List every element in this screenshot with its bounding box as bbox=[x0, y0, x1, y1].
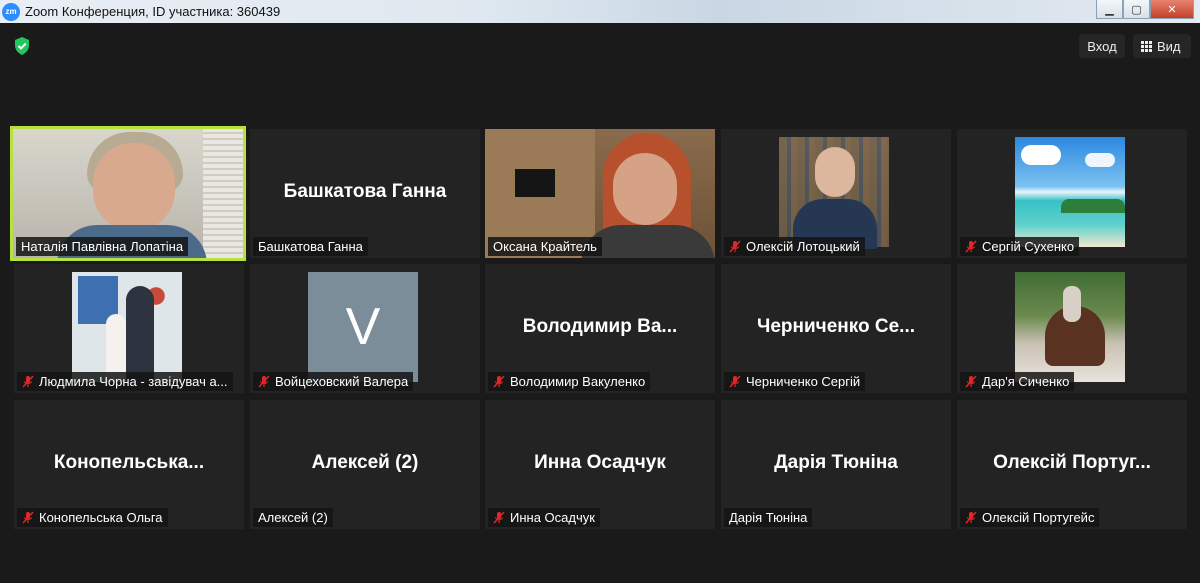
participant-name-label: Володимир Вакуленко bbox=[488, 372, 651, 391]
participant-tile[interactable]: Олексій Лотоцький bbox=[721, 129, 951, 258]
participant-video bbox=[1015, 137, 1125, 247]
participant-tile[interactable]: Алексей (2) Алексей (2) bbox=[250, 400, 480, 529]
participant-avatar: V bbox=[308, 272, 418, 382]
participant-name-label: Оксана Крайтель bbox=[488, 237, 602, 256]
participant-name-label: Олексій Лотоцький bbox=[724, 237, 865, 256]
participant-display-name: Черниченко Се... bbox=[756, 316, 916, 337]
participant-name: Черниченко Сергій bbox=[746, 374, 861, 389]
microphone-muted-icon bbox=[965, 240, 977, 253]
participant-tile[interactable]: Володимир Ва... Володимир Вакуленко bbox=[485, 264, 715, 393]
participant-display-name: Дарія Тюніна bbox=[774, 452, 898, 473]
window-title: Zoom Конференция, ID участника: 360439 bbox=[25, 4, 281, 19]
participant-name-label: Черниченко Сергій bbox=[724, 372, 866, 391]
participant-video bbox=[72, 272, 182, 382]
participant-name-label: Башкатова Ганна bbox=[253, 237, 368, 256]
participant-display-name: Конопельська... bbox=[53, 452, 205, 473]
participant-name-label: Дарія Тюніна bbox=[724, 508, 813, 527]
microphone-muted-icon bbox=[22, 511, 34, 524]
participant-name: Башкатова Ганна bbox=[258, 239, 363, 254]
participant-name: Людмила Чорна - завідувач а... bbox=[39, 374, 228, 389]
maximize-button[interactable]: ▢ bbox=[1123, 0, 1150, 19]
participant-name: Сергій Сухенко bbox=[982, 239, 1075, 254]
microphone-muted-icon bbox=[493, 511, 505, 524]
participant-name: Оксана Крайтель bbox=[493, 239, 597, 254]
participant-name-label: Войцеховский Валера bbox=[253, 372, 414, 391]
participant-name: Дарія Тюніна bbox=[729, 510, 808, 525]
participant-video bbox=[1015, 272, 1125, 382]
participant-name-label: Наталія Павлівна Лопатіна bbox=[16, 237, 189, 256]
participant-name: Конопельська Ольга bbox=[39, 510, 163, 525]
participant-name-label: Конопельська Ольга bbox=[17, 508, 168, 527]
participant-display-name: Алексей (2) bbox=[311, 452, 419, 473]
participant-name: Инна Осадчук bbox=[510, 510, 595, 525]
participant-name-label: Дар'я Сиченко bbox=[960, 372, 1075, 391]
participant-video bbox=[779, 137, 889, 249]
participant-display-name: Олексій Португ... bbox=[993, 452, 1151, 473]
participant-tile[interactable]: Наталія Павлівна Лопатіна bbox=[10, 126, 246, 261]
participant-tile[interactable]: Дарія Тюніна Дарія Тюніна bbox=[721, 400, 951, 529]
microphone-muted-icon bbox=[22, 375, 34, 388]
enter-fullscreen-label: Вход bbox=[1087, 38, 1117, 54]
zoom-app-icon: zm bbox=[2, 2, 20, 21]
participant-tile[interactable]: Башкатова Ганна Башкатова Ганна bbox=[250, 129, 480, 258]
participant-name: Олексій Лотоцький bbox=[746, 239, 860, 254]
participant-tile[interactable]: Дар'я Сиченко bbox=[957, 264, 1187, 393]
microphone-muted-icon bbox=[258, 375, 270, 388]
participant-name: Алексей (2) bbox=[258, 510, 328, 525]
participant-name-label: Сергій Сухенко bbox=[960, 237, 1080, 256]
view-button[interactable]: Вид bbox=[1133, 34, 1191, 58]
participant-display-name: Инна Осадчук bbox=[534, 452, 666, 473]
shield-icon[interactable] bbox=[12, 36, 32, 56]
microphone-muted-icon bbox=[493, 375, 505, 388]
participant-tile[interactable]: Черниченко Се... Черниченко Сергій bbox=[721, 264, 951, 393]
microphone-muted-icon bbox=[965, 511, 977, 524]
microphone-muted-icon bbox=[729, 240, 741, 253]
grid-icon bbox=[1141, 40, 1152, 52]
participant-name-label: Инна Осадчук bbox=[488, 508, 600, 527]
participant-name: Дар'я Сиченко bbox=[982, 374, 1070, 389]
participant-name: Володимир Вакуленко bbox=[510, 374, 646, 389]
participant-name-label: Алексей (2) bbox=[253, 508, 333, 527]
participant-tile[interactable]: Людмила Чорна - завідувач а... bbox=[14, 264, 244, 393]
microphone-muted-icon bbox=[965, 375, 977, 388]
enter-fullscreen-button[interactable]: Вход bbox=[1079, 34, 1125, 58]
participant-tile[interactable]: Инна Осадчук Инна Осадчук bbox=[485, 400, 715, 529]
participant-tile[interactable]: Сергій Сухенко bbox=[957, 129, 1187, 258]
view-label: Вид bbox=[1157, 38, 1181, 54]
participant-tile[interactable]: Оксана Крайтель bbox=[485, 129, 715, 258]
participant-name-label: Олексій Португейс bbox=[960, 508, 1100, 527]
participant-name: Наталія Павлівна Лопатіна bbox=[21, 239, 184, 254]
window-controls: ▁ ▢ ✕ bbox=[1096, 0, 1194, 20]
minimize-button[interactable]: ▁ bbox=[1096, 0, 1123, 19]
microphone-muted-icon bbox=[729, 375, 741, 388]
participant-name: Войцеховский Валера bbox=[275, 374, 409, 389]
participant-name: Олексій Португейс bbox=[982, 510, 1095, 525]
participant-tile[interactable]: Олексій Португ... Олексій Португейс bbox=[957, 400, 1187, 529]
participant-tile[interactable]: Конопельська... Конопельська Ольга bbox=[14, 400, 244, 529]
close-button[interactable]: ✕ bbox=[1150, 0, 1194, 19]
participant-display-name: Володимир Ва... bbox=[522, 316, 678, 337]
window-title-bar: zm Zoom Конференция, ID участника: 36043… bbox=[0, 0, 1200, 23]
participant-display-name: Башкатова Ганна bbox=[283, 181, 447, 202]
participant-tile[interactable]: V Войцеховский Валера bbox=[250, 264, 480, 393]
participant-name-label: Людмила Чорна - завідувач а... bbox=[17, 372, 233, 391]
